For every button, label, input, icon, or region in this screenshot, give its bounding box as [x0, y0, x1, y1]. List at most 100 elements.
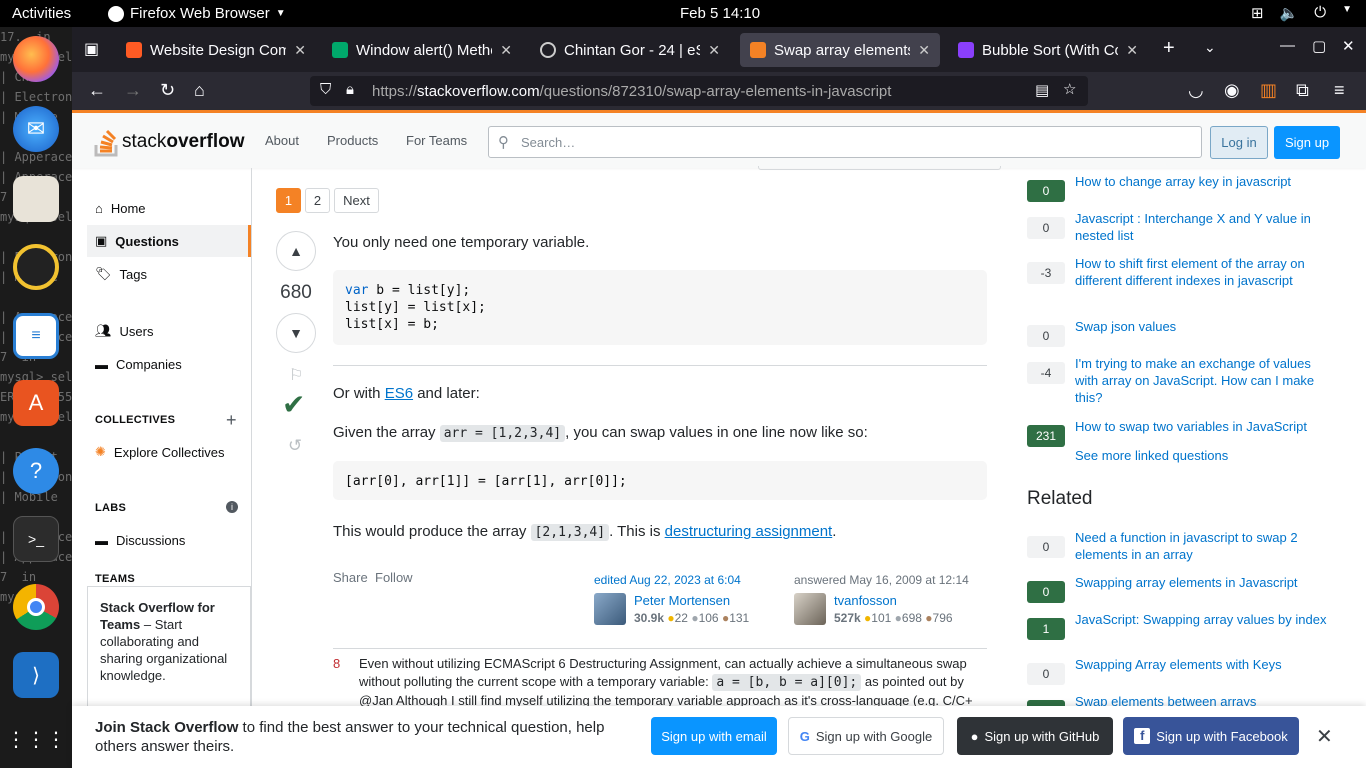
tab-overview-icon[interactable]: ▣ — [84, 39, 99, 59]
sidebar-item-explore-collectives[interactable]: ✺ Explore Collectives — [87, 436, 251, 468]
signup-email-button[interactable]: Sign up with email — [651, 717, 777, 755]
upvote-button[interactable]: ▲ — [276, 231, 316, 271]
question-link[interactable]: How to swap two variables in JavaScript — [1075, 418, 1335, 435]
history-icon[interactable]: ↺ — [288, 436, 302, 456]
close-icon[interactable]: ✕ — [294, 42, 306, 59]
back-icon[interactable]: ← — [88, 80, 106, 101]
question-link[interactable]: Swap json values — [1075, 318, 1335, 335]
question-link[interactable]: Swapping array elements in Javascript — [1075, 574, 1335, 591]
sidebar-item-questions[interactable]: ▣ Questions — [87, 225, 251, 257]
destructuring-link[interactable]: destructuring assignment — [665, 523, 833, 540]
thunderbird-dock-icon[interactable]: ✉ — [13, 106, 59, 152]
reload-icon[interactable]: ↻ — [160, 80, 175, 101]
downvote-button[interactable]: ▼ — [276, 313, 316, 353]
editor-avatar[interactable] — [594, 593, 626, 625]
code-block-temp-variable: var b = list[y]; list[y] = list[x]; list… — [333, 270, 987, 345]
menu-icon[interactable]: ≡ — [1334, 80, 1345, 101]
editor-name[interactable]: Peter Mortensen — [634, 593, 730, 608]
text: and later: — [413, 385, 480, 402]
chrome-dock-icon[interactable] — [13, 584, 59, 630]
pager-page-1[interactable]: 1 — [276, 188, 301, 213]
sidebar-item-discussions[interactable]: ▬ Discussions — [87, 524, 251, 556]
info-icon[interactable]: i — [226, 501, 238, 513]
follow-link[interactable]: Follow — [375, 570, 413, 585]
new-tab-icon[interactable]: + — [1163, 37, 1175, 60]
tab-swap-array[interactable]: Swap array elements i ✕ — [740, 33, 940, 67]
lock-icon[interactable]: 🔒︎ — [346, 81, 354, 98]
question-link[interactable]: Javascript : Interchange X and Y value i… — [1075, 210, 1335, 244]
author-avatar[interactable] — [794, 593, 826, 625]
sidebar-item-tags[interactable]: 🏷︎ Tags — [87, 258, 251, 290]
system-tray[interactable]: ⊞ 🔈 ⏻ ▼ — [1251, 4, 1352, 22]
question-link[interactable]: How to shift first element of the array … — [1075, 255, 1335, 289]
so-logo[interactable]: stack overflow — [94, 127, 244, 157]
forward-icon[interactable]: → — [124, 80, 142, 101]
show-apps-icon[interactable]: ⋮⋮⋮ — [6, 716, 66, 762]
home-icon[interactable]: ⌂ — [194, 80, 205, 101]
extensions-icon[interactable]: ⧉ — [1296, 80, 1309, 101]
question-link[interactable]: How to change array key in javascript — [1075, 173, 1335, 190]
writer-dock-icon[interactable]: ≡ — [13, 313, 59, 359]
share-link[interactable]: Share — [333, 570, 368, 585]
question-link[interactable]: JavaScript: Swapping array values by ind… — [1075, 611, 1335, 628]
terminal-dock-icon[interactable]: >_ — [13, 516, 59, 562]
close-icon[interactable]: ✕ — [1126, 42, 1138, 59]
reader-view-icon[interactable]: ▤ — [1035, 81, 1049, 99]
nav-products[interactable]: Products — [327, 133, 378, 148]
shield-icon[interactable]: ⛉ — [320, 81, 331, 98]
add-collective-icon[interactable]: + — [226, 410, 237, 431]
pager-page-2[interactable]: 2 — [305, 188, 330, 213]
pocket-icon[interactable]: ◡ — [1188, 80, 1204, 101]
url-bar[interactable]: ⛉ 🔒︎ https://stackoverflow.com/questions… — [310, 76, 1088, 106]
comment: 8 Even without utilizing ECMAScript 6 De… — [333, 655, 993, 710]
sidebar-item-users[interactable]: 👥︎ Users — [87, 315, 251, 347]
minimize-icon[interactable]: — — [1280, 37, 1295, 54]
bookmark-star-icon[interactable]: ☆ — [1063, 80, 1076, 98]
question-link[interactable]: Swapping Array elements with Keys — [1075, 656, 1335, 673]
library-icon[interactable]: ▥ — [1260, 80, 1277, 101]
maximize-icon[interactable]: ▢ — [1312, 37, 1326, 55]
see-more-linked-link[interactable]: See more linked questions — [1075, 448, 1228, 463]
rhythmbox-dock-icon[interactable] — [13, 244, 59, 290]
nav-for-teams[interactable]: For Teams — [406, 133, 467, 148]
search-input[interactable]: ⚲ Search… — [488, 126, 1202, 158]
tab-bubble-sort[interactable]: Bubble Sort (With Cod ✕ — [948, 33, 1148, 67]
close-icon[interactable]: ✕ — [708, 42, 720, 59]
close-banner-icon[interactable]: ✕ — [1316, 724, 1333, 749]
firefox-dock-icon[interactable] — [13, 36, 59, 82]
tab-website-design[interactable]: Website Design Comp ✕ — [116, 33, 316, 67]
question-link[interactable]: I'm trying to make an exchange of values… — [1075, 355, 1335, 406]
briefcase-icon: ▬ — [95, 356, 108, 372]
help-dock-icon[interactable]: ? — [13, 448, 59, 494]
tab-chintan-gor[interactable]: Chintan Gor - 24 | eSpa ✕ — [530, 33, 730, 67]
bookmark-icon[interactable]: ⚐ — [289, 365, 303, 385]
clock[interactable]: Feb 5 14:10 — [680, 5, 760, 22]
login-button[interactable]: Log in — [1210, 126, 1268, 159]
text: . This is — [609, 523, 665, 540]
es6-link[interactable]: ES6 — [385, 385, 413, 402]
close-icon[interactable]: ✕ — [500, 42, 512, 59]
activities-button[interactable]: Activities — [12, 5, 71, 22]
account-icon[interactable]: ◉ — [1224, 80, 1240, 101]
app-center-dock-icon[interactable]: A — [13, 380, 59, 426]
comments-divider — [333, 648, 987, 649]
sidebar-item-companies[interactable]: ▬ Companies — [87, 348, 251, 380]
signup-github-button[interactable]: ● Sign up with GitHub — [957, 717, 1113, 755]
vscode-dock-icon[interactable]: ⟩ — [13, 652, 59, 698]
close-icon[interactable]: ✕ — [918, 42, 930, 59]
close-window-icon[interactable]: ✕ — [1342, 37, 1355, 55]
tab-window-alert[interactable]: Window alert() Metho ✕ — [322, 33, 522, 67]
signup-button[interactable]: Sign up — [1274, 126, 1340, 159]
signup-facebook-button[interactable]: f Sign up with Facebook — [1123, 717, 1299, 755]
files-dock-icon[interactable] — [13, 176, 59, 222]
list-all-tabs-icon[interactable]: ⌄ — [1204, 39, 1216, 56]
sidebar-item-home[interactable]: ⌂ Home — [87, 192, 251, 224]
question-link[interactable]: Need a function in javascript to swap 2 … — [1075, 529, 1335, 563]
signup-google-button[interactable]: G Sign up with Google — [788, 717, 944, 755]
app-menu[interactable]: Firefox Web Browser ▼ — [108, 5, 286, 22]
author-name[interactable]: tvanfosson — [834, 593, 897, 608]
nav-about[interactable]: About — [265, 133, 299, 148]
edited-timestamp[interactable]: edited Aug 22, 2023 at 6:04 — [594, 573, 741, 587]
teams-heading: TEAMS — [95, 573, 135, 585]
pager-next[interactable]: Next — [334, 188, 379, 213]
